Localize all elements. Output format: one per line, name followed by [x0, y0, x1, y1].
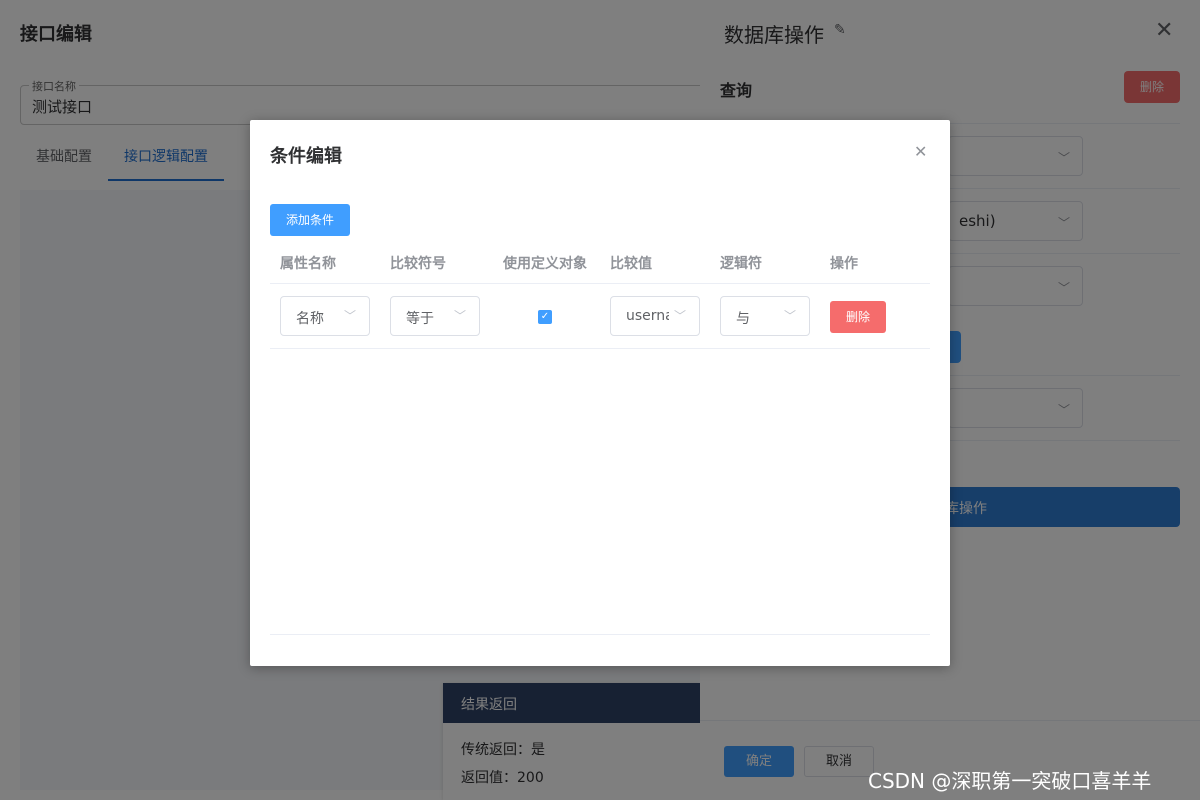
- operator-select[interactable]: 等于 ﹀: [390, 296, 480, 336]
- column-header-use-defined: 使用定义对象: [503, 256, 587, 272]
- operator-select-value: 等于: [406, 311, 434, 327]
- attribute-select[interactable]: 名称 ﹀: [280, 296, 370, 336]
- column-header-logic: 逻辑符: [720, 256, 762, 272]
- close-icon[interactable]: ✕: [914, 142, 927, 161]
- delete-condition-button[interactable]: 删除: [830, 301, 886, 333]
- logic-select-value: 与: [736, 311, 750, 327]
- column-header-operator: 比较符号: [390, 256, 446, 272]
- table-header: 属性名称 比较符号 使用定义对象 比较值 逻辑符 操作: [270, 240, 930, 284]
- watermark: CSDN @深职第一突破口喜羊羊: [868, 769, 1152, 793]
- condition-edit-dialog: 条件编辑 ✕ 添加条件 属性名称 比较符号 使用定义对象 比较值 逻辑符 操作 …: [250, 120, 950, 666]
- chevron-down-icon: ﹀: [339, 297, 361, 335]
- chevron-down-icon: ﹀: [449, 297, 471, 335]
- use-defined-object-checkbox[interactable]: ✓: [538, 310, 552, 324]
- logic-select[interactable]: 与 ﹀: [720, 296, 810, 336]
- condition-table: 属性名称 比较符号 使用定义对象 比较值 逻辑符 操作 名称 ﹀ 等于 ﹀ ✓ …: [270, 240, 930, 349]
- column-header-value: 比较值: [610, 256, 652, 272]
- dialog-title: 条件编辑: [270, 146, 342, 167]
- column-header-attribute: 属性名称: [280, 256, 336, 272]
- column-header-action: 操作: [830, 256, 858, 272]
- chevron-down-icon: ﹀: [669, 297, 691, 335]
- attribute-select-value: 名称: [296, 311, 324, 327]
- dialog-footer-divider: [270, 634, 930, 635]
- compare-value-select[interactable]: userna ﹀: [610, 296, 700, 336]
- compare-value-select-value: userna: [626, 308, 674, 324]
- chevron-down-icon: ﹀: [779, 297, 801, 335]
- table-row: 名称 ﹀ 等于 ﹀ ✓ userna ﹀ 与 ﹀ 删除: [270, 284, 930, 349]
- add-condition-button[interactable]: 添加条件: [270, 204, 350, 236]
